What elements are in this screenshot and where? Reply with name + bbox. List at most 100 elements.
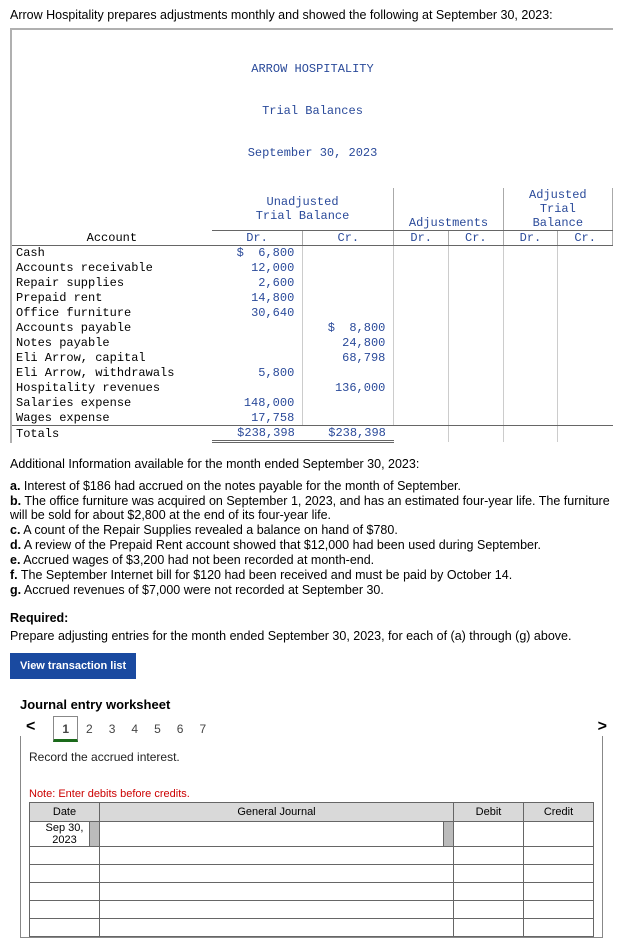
worksheet-tab-6[interactable]: 6 [169,717,192,739]
dr-header-3: Dr. [503,231,558,246]
adjbal-cr [558,366,613,381]
group-unadjusted: Unadjusted Trial Balance [212,188,394,231]
unadj-dr: 17,758 [212,411,303,426]
account-cell[interactable] [100,822,454,847]
tb-title-3: September 30, 2023 [12,146,613,160]
debit-cell[interactable] [454,865,524,883]
date-cell[interactable] [30,919,100,937]
unadj-dr [212,351,303,366]
credit-cell[interactable] [524,919,594,937]
unadj-cr [303,306,394,321]
additional-info-list: a. Interest of $186 had accrued on the n… [10,479,613,597]
credit-cell[interactable] [524,883,594,901]
account-cell[interactable] [100,901,454,919]
adjbal-dr [503,306,558,321]
trial-balance-block: ARROW HOSPITALITY Trial Balances Septemb… [10,28,613,443]
date-cell[interactable]: Sep 30, 2023 [30,822,100,847]
cr-header-3: Cr. [558,231,613,246]
adj-cr [449,366,504,381]
adjbal-dr [503,366,558,381]
adjbal-dr [503,291,558,306]
adj-cr [449,246,504,261]
additional-info-item: a. Interest of $186 had accrued on the n… [10,479,613,493]
totals-dr: $238,398 [212,426,303,442]
adj-dr [394,306,449,321]
unadj-cr [303,261,394,276]
worksheet-panel: Record the accrued interest. Note: Enter… [20,736,603,938]
adj-cr [449,336,504,351]
unadj-dr: $ 6,800 [212,246,303,261]
totals-label: Totals [12,426,212,442]
unadj-cr [303,291,394,306]
adjbal-cr [558,381,613,396]
tb-title-2: Trial Balances [12,104,613,118]
date-dropdown-handle[interactable] [89,822,99,846]
group-adjusted: Adjusted Trial Balance [503,188,612,231]
trial-balance-table: Unadjusted Trial Balance Adjustments Adj… [12,188,613,443]
prev-tab-button[interactable]: < [20,718,41,736]
unadj-dr: 5,800 [212,366,303,381]
account-dropdown-handle[interactable] [443,822,453,846]
account-cell[interactable] [100,883,454,901]
additional-info-heading: Additional Information available for the… [10,457,613,471]
adjbal-dr [503,261,558,276]
debit-cell[interactable] [454,847,524,865]
adj-cr [449,276,504,291]
adj-cr [449,351,504,366]
next-tab-button[interactable]: > [592,718,613,736]
worksheet-tab-2[interactable]: 2 [78,717,101,739]
worksheet-tabs: < 1234567 > [20,718,613,736]
account-cell[interactable] [100,865,454,883]
col-debit: Debit [454,803,524,822]
dr-header-2: Dr. [394,231,449,246]
adj-cr [449,261,504,276]
adjbal-cr [558,351,613,366]
unadj-cr [303,246,394,261]
unadj-cr: 136,000 [303,381,394,396]
credit-cell[interactable] [524,865,594,883]
account-name: Wages expense [12,411,212,426]
credit-cell[interactable] [524,847,594,865]
date-cell[interactable] [30,847,100,865]
adj-cr [449,411,504,426]
debit-cell[interactable] [454,919,524,937]
additional-info-item: e. Accrued wages of $3,200 had not been … [10,553,613,567]
adjbal-cr [558,411,613,426]
adjbal-dr [503,321,558,336]
worksheet-tab-7[interactable]: 7 [191,717,214,739]
worksheet-tab-4[interactable]: 4 [123,717,146,739]
account-cell[interactable] [100,919,454,937]
worksheet-tab-1[interactable]: 1 [53,716,78,742]
unadj-cr: 24,800 [303,336,394,351]
credit-cell[interactable] [524,901,594,919]
additional-info-item: g. Accrued revenues of $7,000 were not r… [10,583,613,597]
worksheet-tab-5[interactable]: 5 [146,717,169,739]
debit-cell[interactable] [454,883,524,901]
adj-dr [394,276,449,291]
date-cell[interactable] [30,901,100,919]
col-date: Date [30,803,100,822]
adjbal-dr [503,246,558,261]
adj-dr [394,366,449,381]
date-cell[interactable] [30,883,100,901]
required-heading: Required: [10,611,613,625]
account-cell[interactable] [100,847,454,865]
unadj-dr [212,336,303,351]
credit-cell[interactable] [524,822,594,847]
unadj-cr: 68,798 [303,351,394,366]
worksheet-tab-3[interactable]: 3 [101,717,124,739]
unadj-dr [212,381,303,396]
date-cell[interactable] [30,865,100,883]
unadj-dr: 14,800 [212,291,303,306]
account-name: Notes payable [12,336,212,351]
tb-title-1: ARROW HOSPITALITY [12,62,613,76]
view-transaction-list-button[interactable]: View transaction list [10,653,136,679]
debit-cell[interactable] [454,822,524,847]
debit-cell[interactable] [454,901,524,919]
adjbal-cr [558,306,613,321]
additional-info-item: d. A review of the Prepaid Rent account … [10,538,613,552]
adjbal-cr [558,291,613,306]
adj-cr [449,321,504,336]
unadj-dr: 148,000 [212,396,303,411]
adj-cr [449,381,504,396]
